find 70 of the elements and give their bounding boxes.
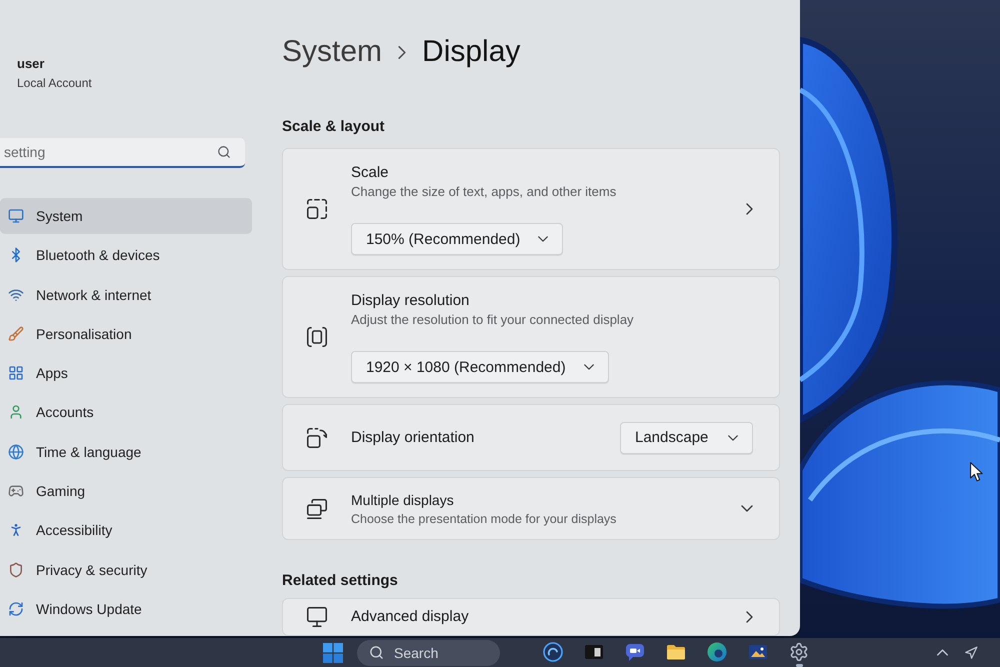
account-type: Local Account bbox=[17, 75, 92, 91]
ring-logo-icon bbox=[543, 642, 563, 662]
card-description: Choose the presentation mode for your displays bbox=[351, 510, 616, 528]
page-title: Display bbox=[422, 34, 520, 70]
grid-icon bbox=[8, 365, 24, 382]
shield-icon bbox=[8, 562, 24, 578]
swirl-circle-icon bbox=[707, 642, 727, 662]
caret-up-icon bbox=[937, 649, 948, 656]
wifi-icon bbox=[8, 286, 24, 303]
dropdown-button[interactable]: 1920 × 1080 (Recommended) bbox=[351, 351, 609, 383]
person-icon bbox=[8, 404, 24, 420]
globe-icon bbox=[8, 444, 24, 460]
settings-icon bbox=[789, 642, 809, 662]
setting-card[interactable]: Multiple displays Choose the presentation mode for your displays bbox=[282, 477, 780, 540]
setting-card[interactable]: Advanced display bbox=[282, 598, 780, 636]
section-heading: Related settings bbox=[282, 572, 398, 590]
sidebar-item[interactable]: Accessibility bbox=[0, 512, 252, 548]
sidebar-item[interactable]: Accounts bbox=[0, 394, 252, 430]
taskbar-search-button[interactable]: Search bbox=[357, 640, 500, 666]
breadcrumb-link[interactable]: System bbox=[282, 32, 382, 72]
tray-expand-button[interactable] bbox=[937, 649, 948, 656]
resolution-icon bbox=[307, 327, 327, 347]
monitor-icon bbox=[8, 208, 24, 224]
card-title: Multiple displays bbox=[351, 490, 454, 510]
scale-icon bbox=[307, 199, 327, 219]
dropdown-button[interactable]: 150% (Recommended) bbox=[351, 223, 564, 255]
card-description: Change the size of text, apps, and other items bbox=[351, 183, 616, 201]
tray-button[interactable] bbox=[964, 646, 978, 660]
sidebar-item[interactable]: Network & internet bbox=[0, 276, 252, 313]
chevron-down-icon[interactable] bbox=[741, 505, 753, 512]
monitor-icon bbox=[307, 607, 327, 627]
account-name: user bbox=[17, 56, 44, 72]
sidebar-item[interactable]: Windows Update bbox=[0, 590, 252, 627]
sidebar-item[interactable]: System bbox=[0, 198, 252, 234]
gamepad-icon bbox=[8, 483, 24, 500]
sidebar-item[interactable]: Personalisation bbox=[0, 316, 252, 352]
dropdown-button[interactable]: Landscape bbox=[620, 422, 753, 454]
search-icon bbox=[369, 645, 384, 660]
refresh-icon bbox=[8, 600, 24, 617]
start-button[interactable] bbox=[322, 642, 344, 664]
four-squares-icon bbox=[323, 642, 343, 662]
card-title: Advanced display bbox=[351, 607, 469, 627]
search-field[interactable]: setting bbox=[0, 138, 245, 168]
folder-icon bbox=[666, 642, 686, 662]
card-title: Display orientation bbox=[351, 428, 474, 448]
chevron-right-icon bbox=[746, 611, 753, 623]
sidebar-item[interactable]: Apps bbox=[0, 355, 252, 392]
mouse-pointer-icon bbox=[970, 462, 983, 482]
card-description: Adjust the resolution to fit your connected display bbox=[351, 311, 634, 329]
chevron-down-icon bbox=[538, 236, 548, 242]
section-heading: Scale & layout bbox=[282, 118, 385, 136]
brush-icon bbox=[8, 326, 24, 342]
dual-monitor-icon bbox=[307, 498, 327, 518]
sidebar-item[interactable]: Gaming bbox=[0, 473, 252, 510]
sidebar-item[interactable]: Time & language bbox=[0, 434, 252, 470]
rotate-screen-icon bbox=[307, 428, 327, 448]
search-icon bbox=[217, 145, 231, 159]
setting-card[interactable]: Scale Change the size of text, apps, and other items 150% (Recommended) bbox=[282, 148, 780, 270]
app-tile-icon bbox=[584, 642, 604, 662]
sidebar-item[interactable]: Privacy & security bbox=[0, 552, 252, 588]
card-title: Scale bbox=[351, 163, 389, 183]
chevron-down-icon bbox=[728, 434, 738, 440]
chevron-right-icon[interactable] bbox=[746, 203, 753, 215]
navigation-arrow-icon bbox=[964, 646, 978, 660]
picture-frame-icon bbox=[748, 642, 768, 662]
sidebar-item[interactable]: Bluetooth & devices bbox=[0, 237, 252, 274]
chevron-down-icon bbox=[584, 364, 594, 370]
video-chat-icon bbox=[625, 642, 645, 662]
card-title: Display resolution bbox=[351, 291, 470, 311]
chevron-right-icon bbox=[398, 46, 406, 58]
